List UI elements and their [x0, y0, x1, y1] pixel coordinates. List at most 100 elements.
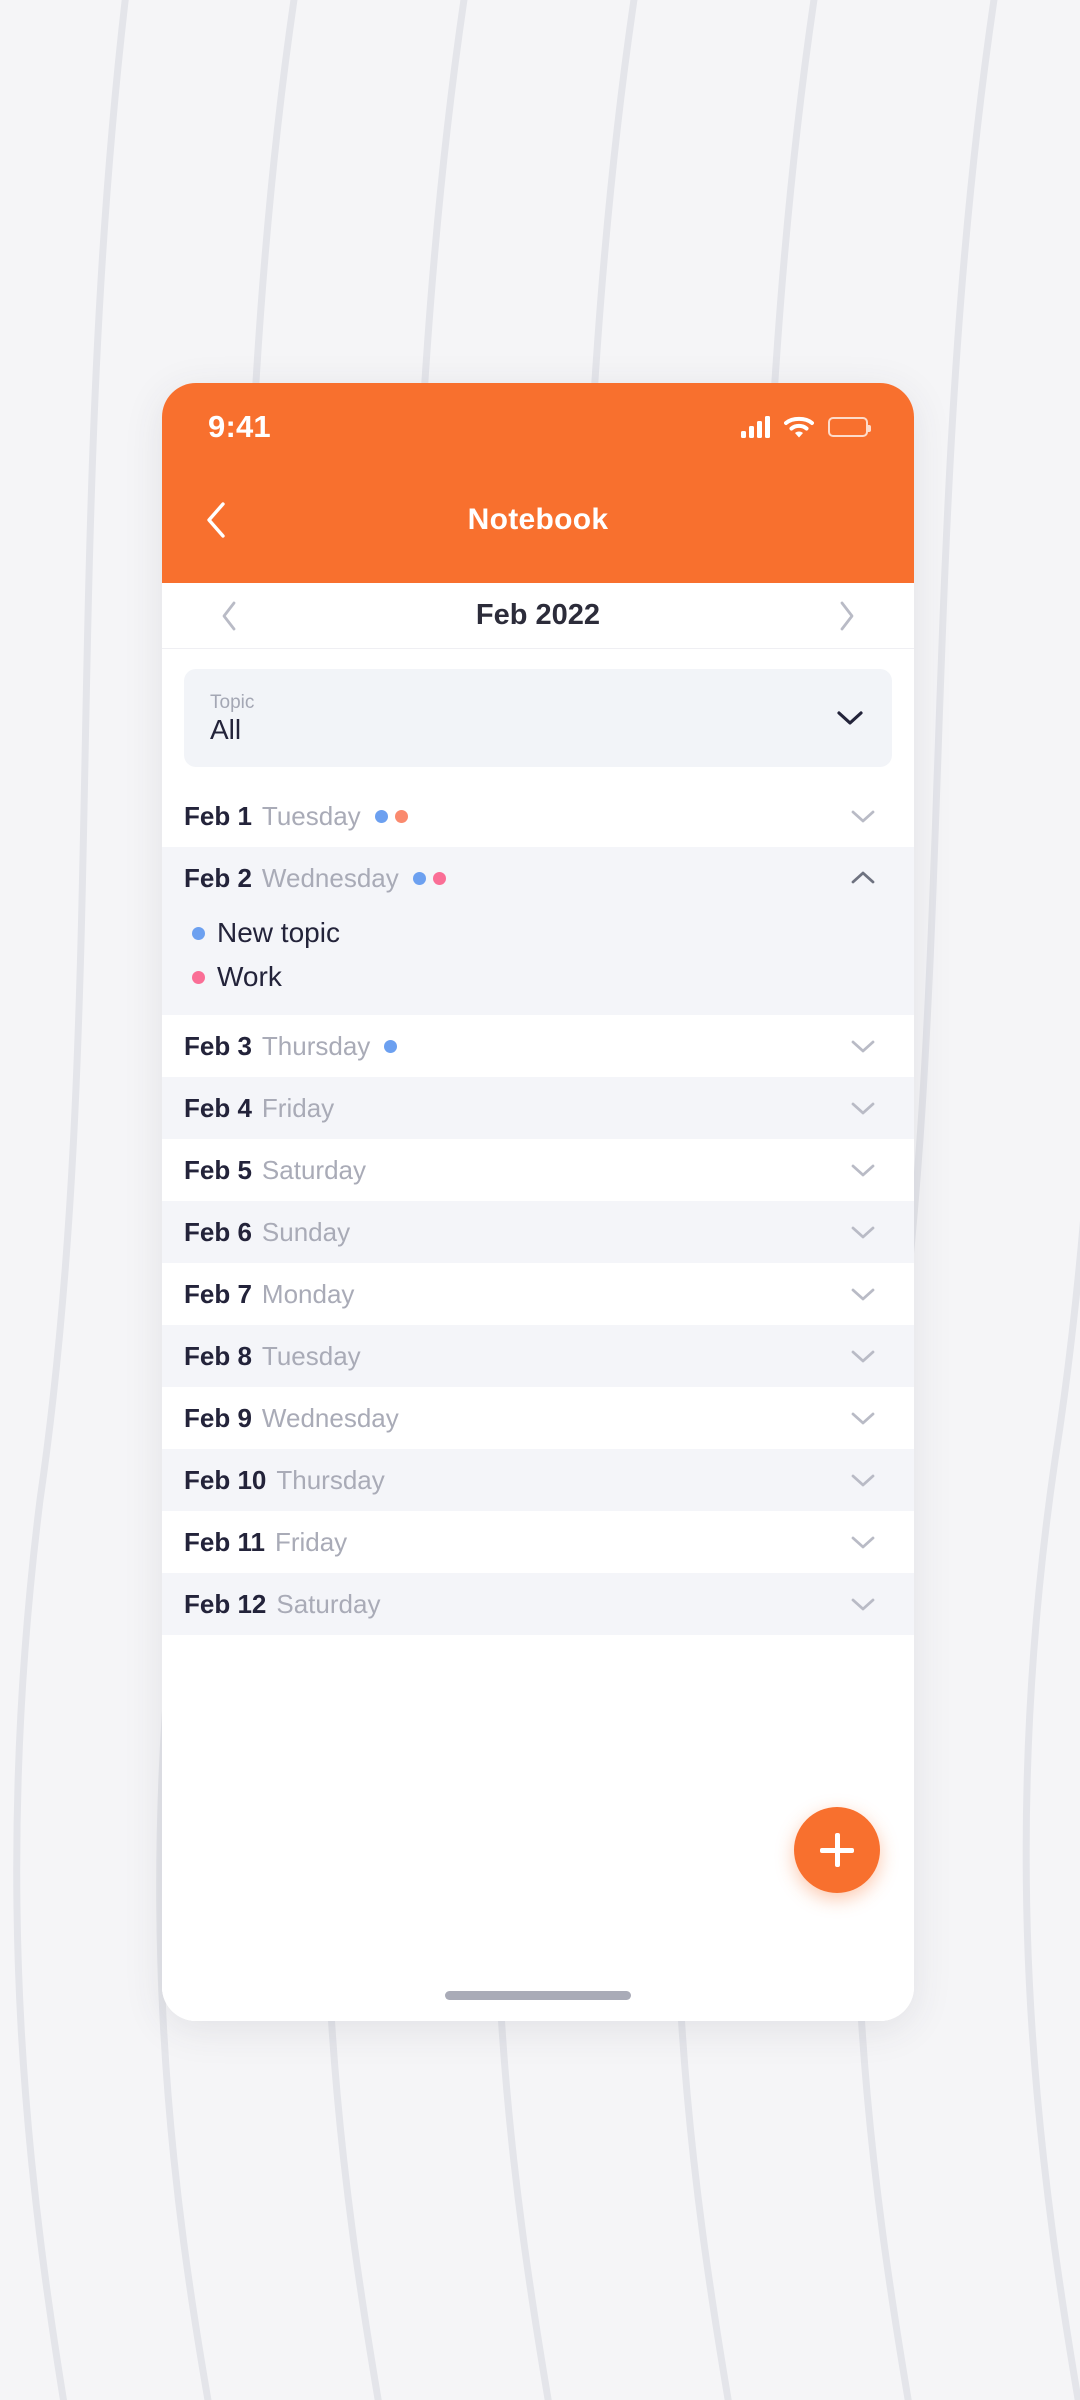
day-row[interactable]: Feb 9 Wednesday	[162, 1387, 914, 1449]
day-topic-dots	[384, 1039, 398, 1053]
day-date: Feb 2	[184, 862, 252, 893]
chevron-down-icon	[851, 1164, 875, 1177]
day-topic-dots	[374, 809, 408, 823]
day-weekday: Friday	[261, 1092, 335, 1123]
day-row-content: Feb 4 Friday	[184, 1077, 880, 1139]
day-row[interactable]: Feb 10 Thursday	[162, 1449, 914, 1511]
chevron-down-icon	[837, 711, 863, 725]
back-button[interactable]	[202, 494, 254, 546]
expand-day-button[interactable]	[846, 1153, 880, 1187]
expand-day-button[interactable]	[846, 1339, 880, 1373]
expand-day-button[interactable]	[846, 1091, 880, 1125]
day-row[interactable]: Feb 3 Thursday	[162, 1015, 914, 1077]
expand-day-button[interactable]	[846, 1587, 880, 1621]
topic-dot	[412, 871, 426, 885]
day-row-header[interactable]: Feb 6 Sunday	[184, 1201, 880, 1263]
day-row[interactable]: Feb 7 Monday	[162, 1263, 914, 1325]
day-row[interactable]: Feb 5 Saturday	[162, 1139, 914, 1201]
topic-entry-dot	[192, 970, 205, 984]
day-row-header[interactable]: Feb 1 Tuesday	[184, 785, 880, 847]
chevron-right-icon	[840, 601, 854, 630]
expand-day-button[interactable]	[846, 1401, 880, 1435]
day-weekday: Thursday	[261, 1030, 371, 1061]
day-row-content: Feb 1 Tuesday	[184, 785, 880, 847]
day-weekday: Saturday	[276, 1588, 381, 1619]
day-row[interactable]: Feb 2 Wednesday New topic Work	[162, 847, 914, 1015]
chevron-up-icon	[851, 871, 875, 884]
day-weekday: Saturday	[261, 1154, 366, 1185]
day-row-header[interactable]: Feb 12 Saturday	[184, 1573, 880, 1635]
day-row[interactable]: Feb 1 Tuesday	[162, 785, 914, 847]
day-weekday: Wednesday	[261, 1402, 399, 1433]
collapse-day-button[interactable]	[846, 861, 880, 895]
battery-icon	[828, 417, 871, 437]
day-date: Feb 3	[184, 1030, 252, 1061]
day-row-content: Feb 10 Thursday	[184, 1449, 880, 1511]
topic-dot	[432, 871, 446, 885]
day-row-header[interactable]: Feb 2 Wednesday	[184, 847, 880, 909]
chevron-down-icon	[851, 1598, 875, 1611]
day-date: Feb 1	[184, 800, 252, 831]
topic-dropdown-text: Topic All	[210, 693, 254, 744]
app-bar: Notebook	[162, 457, 914, 583]
topic-selector-section: Topic All	[162, 649, 914, 785]
status-bar: 9:41	[162, 383, 914, 457]
expand-day-button[interactable]	[846, 1463, 880, 1497]
topic-entry[interactable]: New topic	[184, 911, 880, 955]
expand-day-button[interactable]	[846, 799, 880, 833]
day-date: Feb 6	[184, 1216, 252, 1247]
expand-day-button[interactable]	[846, 1277, 880, 1311]
topic-dropdown[interactable]: Topic All	[184, 669, 892, 767]
topic-dot	[394, 809, 408, 823]
day-weekday: Tuesday	[261, 800, 361, 831]
add-note-fab[interactable]	[794, 1807, 880, 1893]
day-weekday: Thursday	[276, 1464, 385, 1495]
day-row-content: Feb 11 Friday	[184, 1511, 880, 1573]
day-weekday: Monday	[261, 1278, 355, 1309]
home-indicator[interactable]	[445, 1991, 631, 2000]
day-row-header[interactable]: Feb 7 Monday	[184, 1263, 880, 1325]
day-row-header[interactable]: Feb 11 Friday	[184, 1511, 880, 1573]
day-row-header[interactable]: Feb 4 Friday	[184, 1077, 880, 1139]
current-month-label: Feb 2022	[475, 599, 601, 631]
expand-day-button[interactable]	[846, 1215, 880, 1249]
chevron-down-icon	[851, 810, 875, 823]
day-row[interactable]: Feb 4 Friday	[162, 1077, 914, 1139]
day-row-content: Feb 6 Sunday	[184, 1201, 880, 1263]
topic-entry-dot	[192, 926, 205, 940]
day-row-header[interactable]: Feb 8 Tuesday	[184, 1325, 880, 1387]
day-row-header[interactable]: Feb 5 Saturday	[184, 1139, 880, 1201]
day-row[interactable]: Feb 11 Friday	[162, 1511, 914, 1573]
chevron-left-icon	[222, 601, 236, 630]
day-weekday: Friday	[274, 1526, 348, 1557]
day-date: Feb 10	[184, 1464, 267, 1495]
day-row[interactable]: Feb 12 Saturday	[162, 1573, 914, 1635]
topic-dot	[384, 1039, 398, 1053]
day-row-content: Feb 9 Wednesday	[184, 1387, 880, 1449]
day-date: Feb 7	[184, 1278, 252, 1309]
phone-screen: 9:41 Notebook Feb 2022 Topic All Feb 1 T…	[162, 383, 914, 2021]
day-weekday: Wednesday	[261, 862, 399, 893]
day-row[interactable]: Feb 6 Sunday	[162, 1201, 914, 1263]
topic-entry[interactable]: Work	[184, 955, 880, 999]
day-row-header[interactable]: Feb 9 Wednesday	[184, 1387, 880, 1449]
signal-bars-icon	[741, 416, 770, 438]
chevron-down-icon	[851, 1102, 875, 1115]
day-weekday: Tuesday	[261, 1340, 361, 1371]
chevron-left-icon	[207, 502, 225, 538]
prev-month-button[interactable]	[206, 593, 252, 639]
day-row-header[interactable]: Feb 3 Thursday	[184, 1015, 880, 1077]
expand-day-button[interactable]	[846, 1525, 880, 1559]
home-indicator-area	[162, 1985, 914, 2021]
next-month-button[interactable]	[824, 593, 870, 639]
chevron-down-icon	[851, 1474, 875, 1487]
day-row[interactable]: Feb 8 Tuesday	[162, 1325, 914, 1387]
day-date: Feb 8	[184, 1340, 252, 1371]
day-date: Feb 4	[184, 1092, 252, 1123]
expand-day-button[interactable]	[846, 1029, 880, 1063]
chevron-down-icon	[851, 1288, 875, 1301]
day-row-header[interactable]: Feb 10 Thursday	[184, 1449, 880, 1511]
day-row-content: Feb 7 Monday	[184, 1263, 880, 1325]
day-date: Feb 5	[184, 1154, 252, 1185]
day-row-content: Feb 3 Thursday	[184, 1015, 880, 1077]
